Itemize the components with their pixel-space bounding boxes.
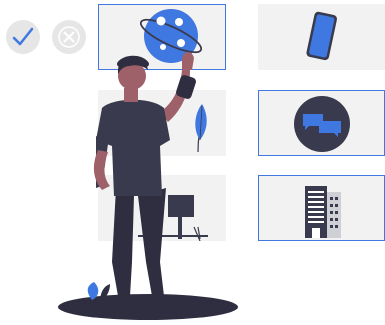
hand — [182, 52, 194, 70]
illustration-canvas — [0, 0, 385, 325]
person-illustration — [58, 52, 238, 320]
left-leg — [112, 188, 134, 296]
right-leg — [138, 188, 166, 296]
neck — [124, 88, 138, 102]
floor-shadow — [58, 294, 238, 320]
left-shoe — [110, 296, 134, 304]
right-shoe — [148, 296, 172, 304]
